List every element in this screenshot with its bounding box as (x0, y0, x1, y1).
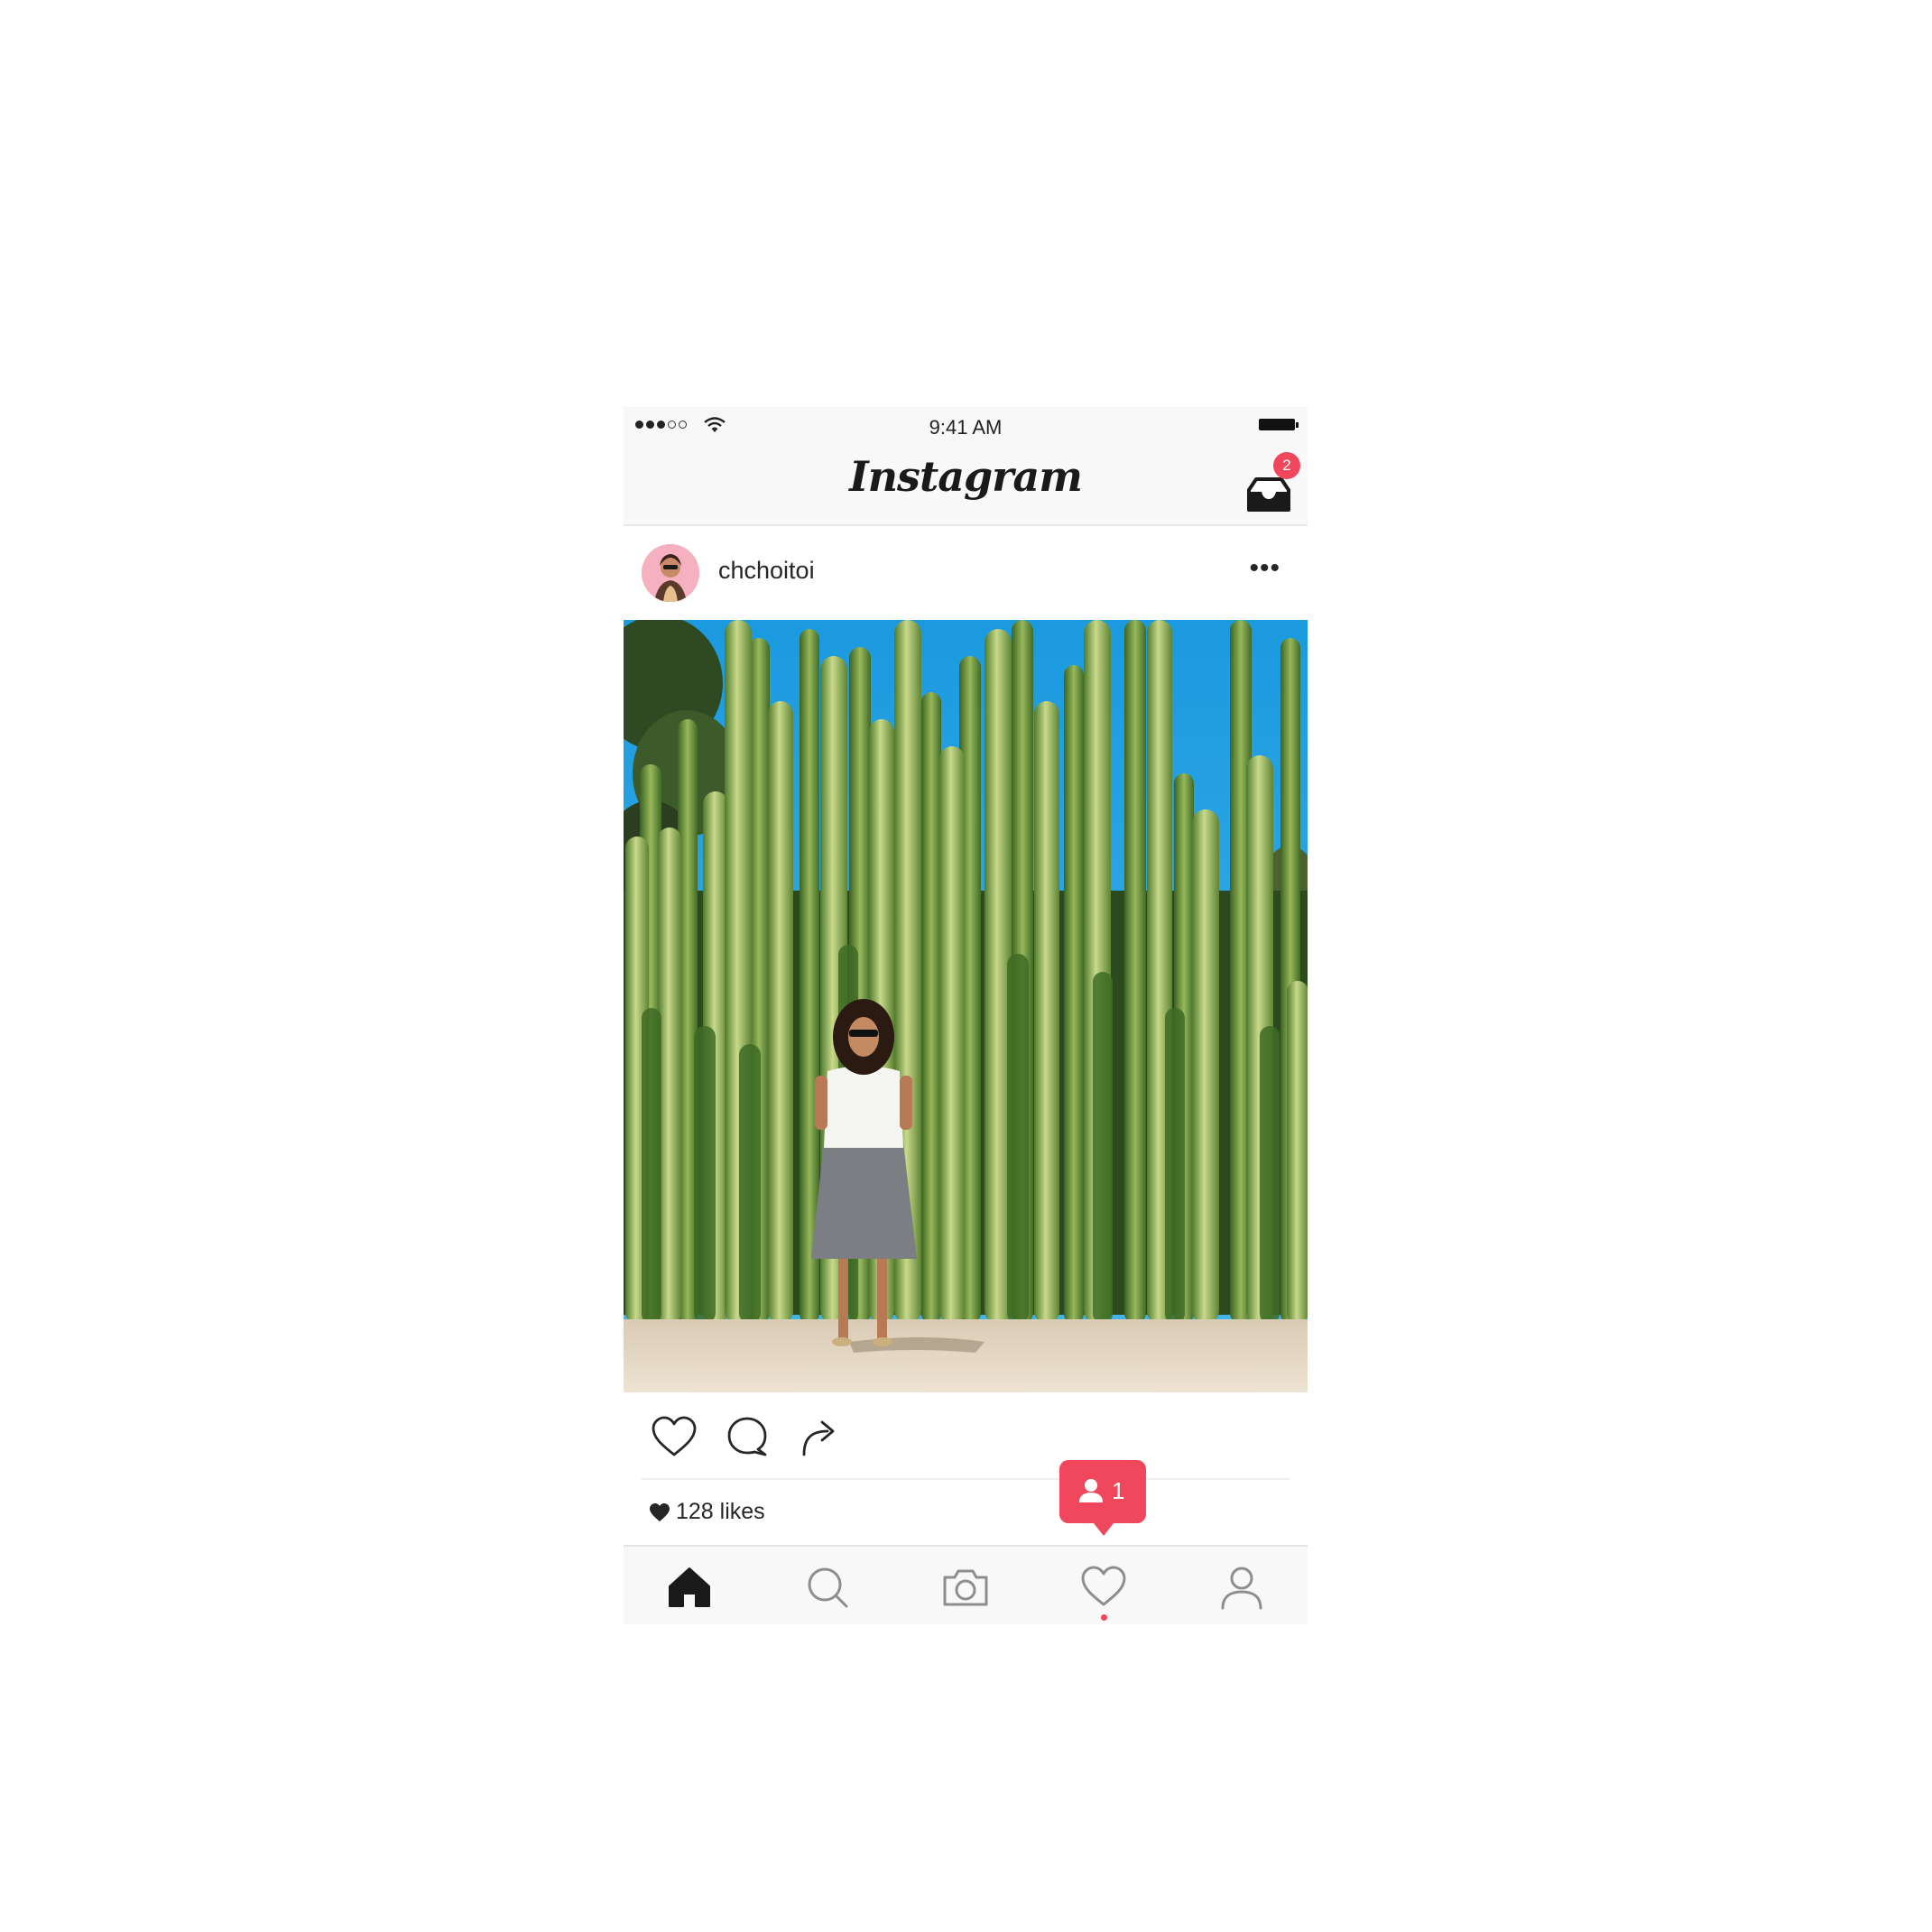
camera-icon[interactable] (941, 1563, 990, 1612)
inbox-badge: 2 (1273, 452, 1300, 479)
top-nav-bar: Instagram 2 (624, 443, 1308, 526)
person-icon[interactable] (1217, 1563, 1266, 1612)
status-bar: 9:41 AM (624, 407, 1308, 443)
search-icon[interactable] (803, 1563, 852, 1612)
share-arrow-icon[interactable] (800, 1415, 840, 1458)
post-username[interactable]: chchoitoi (718, 557, 815, 585)
activity-notification-bubble[interactable]: 1 (1059, 1460, 1146, 1536)
comment-icon[interactable] (726, 1415, 769, 1458)
like-heart-icon[interactable] (651, 1415, 698, 1458)
status-time: 9:41 AM (929, 416, 1003, 439)
post-actions (624, 1392, 1308, 1483)
bottom-tab-bar (624, 1545, 1308, 1624)
likes-count[interactable]: 128 likes (649, 1499, 765, 1525)
follower-person-icon (1079, 1479, 1103, 1502)
phone-screen: 9:41 AM Instagram 2 chchoitoi ••• 128 li… (624, 407, 1308, 1624)
post-header: chchoitoi ••• (624, 526, 1308, 620)
post-photo[interactable] (624, 620, 1308, 1392)
more-options-icon[interactable]: ••• (1249, 553, 1280, 584)
small-heart-icon (650, 1502, 670, 1521)
battery-icon (1259, 419, 1299, 430)
action-divider (642, 1478, 1290, 1480)
activity-indicator-dot (1101, 1614, 1107, 1621)
avatar[interactable] (642, 544, 699, 602)
heart-icon[interactable] (1079, 1563, 1128, 1612)
home-icon[interactable] (665, 1563, 714, 1612)
activity-count: 1 (1112, 1477, 1125, 1504)
likes-label: 128 likes (676, 1499, 765, 1524)
instagram-logo: Instagram (849, 452, 1083, 501)
